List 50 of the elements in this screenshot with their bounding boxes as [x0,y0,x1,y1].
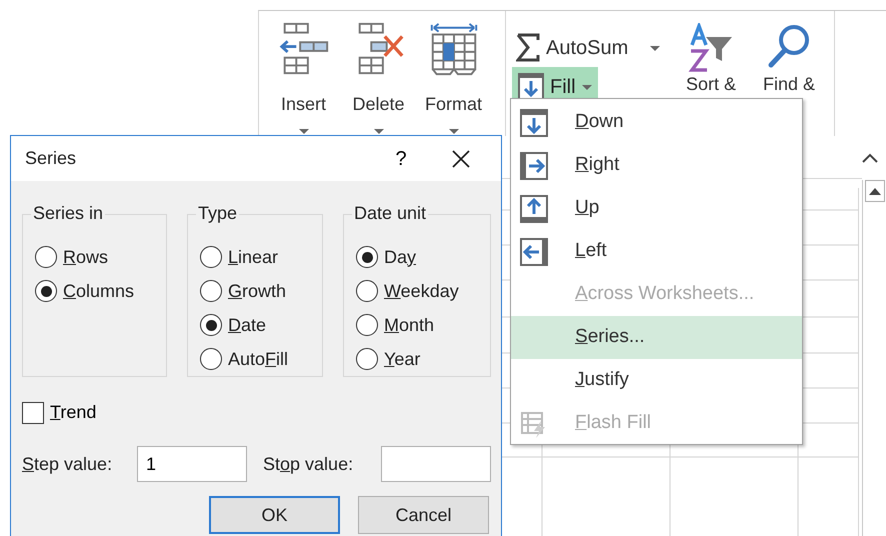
autosum-button[interactable]: AutoSum [512,33,664,63]
close-icon [452,150,470,168]
radio-icon[interactable] [356,348,378,370]
radio-option[interactable]: Month [356,308,434,342]
radio-option[interactable]: Columns [35,274,134,308]
fill-right-icon [519,150,549,180]
radio-icon[interactable] [200,246,222,268]
caret-icon [650,46,660,50]
radio-option[interactable]: Linear [200,240,278,274]
sigma-icon [516,33,540,63]
radio-icon[interactable] [356,280,378,302]
up-arrow-icon [869,187,881,195]
radio-icon[interactable] [356,314,378,336]
dialog-button[interactable]: Cancel [358,496,489,534]
menu-item[interactable]: Left [511,230,802,273]
stop-value-field[interactable] [381,446,491,482]
radio-option[interactable]: Weekday [356,274,459,308]
trend-checkbox[interactable]: Trend [22,399,96,426]
fill-left-icon [519,236,549,266]
step-value-label: Step value: [22,452,114,476]
scrollbar[interactable] [862,180,886,536]
menu-item[interactable]: Up [511,187,802,230]
sort-filter-icon [688,23,734,73]
fill-up-icon [519,194,549,224]
radio-icon[interactable] [35,280,57,302]
stop-value-label: Stop value: [263,452,354,476]
scroll-up-button[interactable] [865,180,885,202]
radio-option[interactable]: Date [200,308,266,342]
dialog-title: Series [25,147,78,170]
radio-option[interactable]: Day [356,240,416,274]
radio-option[interactable]: Growth [200,274,286,308]
radio-icon[interactable] [200,280,222,302]
menu-item[interactable]: Series... [511,316,802,359]
step-value-field[interactable]: 1 [137,446,247,482]
radio-icon[interactable] [200,348,222,370]
menu-item[interactable]: Justify [511,359,802,402]
fill-down-icon [519,108,549,138]
caret-icon [582,84,592,90]
radio-icon[interactable] [200,314,222,336]
radio-icon[interactable] [356,246,378,268]
collapse-ribbon-icon[interactable] [862,153,878,163]
radio-option[interactable]: AutoFill [200,342,288,376]
menu-item[interactable]: Right [511,144,802,187]
dialog-button[interactable]: OK [209,496,340,534]
checkbox-icon[interactable] [22,402,44,424]
radio-option[interactable]: Year [356,342,420,376]
radio-option[interactable]: Rows [35,240,108,274]
radio-icon[interactable] [35,246,57,268]
help-button[interactable]: ? [371,144,431,174]
insert-cells-icon [278,21,330,77]
